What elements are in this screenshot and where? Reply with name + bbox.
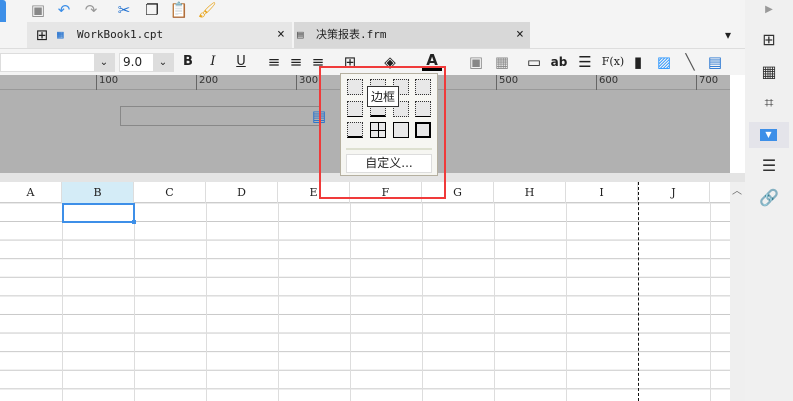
close-tab-icon[interactable]: × [516, 22, 524, 48]
merge-cells-icon[interactable]: ▣ [466, 52, 486, 72]
format-brush-icon[interactable]: 🖌 [197, 0, 217, 20]
text-label-icon[interactable]: ab [549, 52, 569, 72]
underline-button[interactable]: U [231, 52, 251, 72]
highlight-box [319, 66, 446, 199]
column-d[interactable]: D [206, 182, 278, 203]
close-tab-icon[interactable]: × [277, 22, 285, 48]
main-toolbar: ▣ ↶ ↷ ✂ ❐ 📋 🖌 [0, 0, 745, 44]
cell-attribute-icon[interactable]: ▦ [757, 62, 781, 84]
condition-attribute-icon[interactable]: ☰ [757, 156, 781, 178]
frm-file-icon: ▤ [297, 28, 304, 41]
cell-grid[interactable] [0, 203, 730, 401]
column-i[interactable]: I [566, 182, 638, 203]
tab-workbook1[interactable]: ▦ WorkBook1.cpt × [55, 22, 292, 48]
parameter-field[interactable] [120, 106, 320, 126]
bold-button[interactable]: B [178, 52, 198, 72]
column-b[interactable]: B [62, 182, 134, 203]
copy-icon[interactable]: ❐ [142, 0, 162, 20]
column-c[interactable]: C [134, 182, 206, 203]
align-left-icon[interactable]: ≡ [264, 52, 284, 72]
new-sheet-icon[interactable]: ⊞ [32, 25, 52, 45]
column-a[interactable]: A [0, 182, 62, 203]
selected-cell[interactable] [62, 203, 136, 224]
widget-settings-tab[interactable]: ▼ [749, 122, 789, 148]
paste-icon[interactable]: 📋 [169, 0, 189, 20]
italic-button[interactable]: I [203, 52, 223, 72]
page-break-line [638, 182, 639, 401]
split-cells-icon[interactable]: ▦ [492, 52, 512, 72]
slash-line-icon[interactable]: ╲ [680, 52, 700, 72]
collapse-icon[interactable]: ▶ [757, 4, 781, 26]
text-field-icon[interactable]: ▭ [524, 52, 544, 72]
column-h[interactable]: H [494, 182, 566, 203]
cut-icon[interactable]: ✂ [114, 0, 134, 20]
align-center-icon[interactable]: ≡ [286, 52, 306, 72]
undo-icon[interactable]: ↶ [54, 0, 74, 20]
sub-report-icon[interactable]: ▤ [705, 52, 725, 72]
tab-menu-icon[interactable]: ▾ [718, 25, 738, 45]
chart-icon[interactable]: ▮ [628, 52, 648, 72]
vertical-scrollbar[interactable]: ︿ [730, 182, 745, 401]
redo-icon[interactable]: ↷ [81, 0, 101, 20]
tab-decision-report[interactable]: ▤ 决策报表.frm × [294, 22, 530, 48]
cell-element-icon[interactable]: ⊞ [757, 30, 781, 52]
right-sidebar: ▶ ⊞ ▦ ⌗ ▼ ☰ 🔗 [745, 0, 793, 401]
hyperlink-icon[interactable]: 🔗 [757, 188, 781, 210]
float-element-icon[interactable]: ⌗ [757, 93, 781, 115]
scroll-up-icon[interactable]: ︿ [732, 182, 742, 197]
font-size-select[interactable]: 9.0 ⌄ [119, 53, 174, 72]
formula-icon[interactable]: F(x) [601, 52, 625, 72]
column-j[interactable]: J [638, 182, 710, 203]
font-family-select[interactable]: ⌄ [0, 53, 115, 72]
image-icon[interactable]: ▨ [654, 52, 674, 72]
paragraph-icon[interactable]: ☰ [575, 52, 595, 72]
save-icon[interactable]: ▣ [28, 0, 48, 20]
tab-bar: ⊞ ▦ WorkBook1.cpt × ▤ 决策报表.frm × ▾ [0, 22, 745, 48]
cpt-file-icon: ▦ [57, 28, 64, 41]
